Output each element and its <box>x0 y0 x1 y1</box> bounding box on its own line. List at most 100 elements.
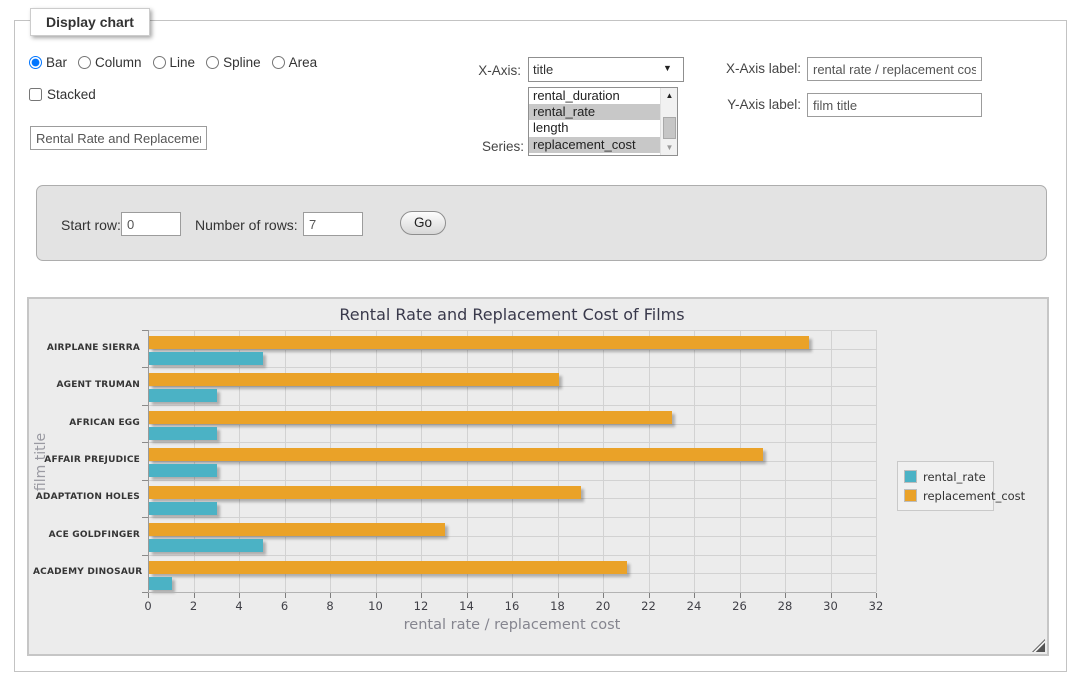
x-tick-label: 2 <box>179 599 209 613</box>
start-row-label: Start row: <box>61 217 121 233</box>
series-label: Series: <box>420 139 524 154</box>
chart-type-option-column[interactable]: Column <box>78 55 142 70</box>
x-tick <box>285 593 286 598</box>
bar-rental_rate <box>149 352 263 365</box>
category-label: ADAPTATION HOLES <box>33 492 140 502</box>
x-tick <box>740 593 741 598</box>
resize-handle-icon[interactable] <box>1032 639 1045 652</box>
chart-type-radio-group: Bar Column Line Spline Area <box>29 55 328 70</box>
chart-title: Rental Rate and Replacement Cost of Film… <box>148 305 876 324</box>
x-tick <box>649 593 650 598</box>
x-tick <box>148 593 149 598</box>
chart-type-option-spline[interactable]: Spline <box>206 55 261 70</box>
bar-rental_rate <box>149 502 217 515</box>
y-axis-title: film title <box>33 412 49 512</box>
series-option-replacement_cost[interactable]: replacement_cost <box>529 137 677 153</box>
x-tick <box>239 593 240 598</box>
gridline <box>876 330 877 592</box>
chart-container: Rental Rate and Replacement Cost of Film… <box>27 297 1049 656</box>
x-axis-label-label: X-Axis label: <box>710 61 801 76</box>
start-row-input[interactable] <box>121 212 181 236</box>
chart-type-radio[interactable] <box>153 56 166 69</box>
bar-replacement_cost <box>149 411 672 424</box>
category-label: AFRICAN EGG <box>33 418 140 428</box>
series-option-length[interactable]: length <box>529 120 677 136</box>
x-tick <box>194 593 195 598</box>
x-tick-label: 0 <box>133 599 163 613</box>
gridline <box>148 367 876 368</box>
x-tick-label: 24 <box>679 599 709 613</box>
chart-title-input[interactable] <box>30 126 207 150</box>
x-tick-label: 16 <box>497 599 527 613</box>
bar-rental_rate <box>149 577 172 590</box>
category-label: AIRPLANE SIERRA <box>33 343 140 353</box>
category-label: AFFAIR PREJUDICE <box>33 455 140 465</box>
go-button[interactable]: Go <box>400 211 446 235</box>
x-tick <box>421 593 422 598</box>
x-tick-label: 20 <box>588 599 618 613</box>
x-tick-label: 12 <box>406 599 436 613</box>
x-tick-label: 6 <box>270 599 300 613</box>
gridline <box>148 330 876 331</box>
chart-type-radio[interactable] <box>29 56 42 69</box>
x-tick <box>785 593 786 598</box>
chart-type-radio[interactable] <box>272 56 285 69</box>
bar-replacement_cost <box>149 486 581 499</box>
number-of-rows-input[interactable] <box>303 212 363 236</box>
series-listbox[interactable]: rental_durationrental_ratelengthreplacem… <box>528 87 678 156</box>
x-tick <box>512 593 513 598</box>
stacked-checkbox[interactable] <box>29 88 42 101</box>
chart-type-option-line[interactable]: Line <box>153 55 196 70</box>
chart-type-option-label: Area <box>289 55 318 70</box>
chart-type-option-label: Bar <box>46 55 67 70</box>
bar-rental_rate <box>149 539 263 552</box>
scrollbar-thumb[interactable] <box>663 117 676 139</box>
bar-replacement_cost <box>149 373 559 386</box>
stacked-option[interactable]: Stacked <box>29 87 96 102</box>
series-option-rental_rate[interactable]: rental_rate <box>529 104 677 120</box>
x-tick-label: 28 <box>770 599 800 613</box>
x-axis-select[interactable]: title <box>528 57 684 82</box>
chart-type-option-area[interactable]: Area <box>272 55 318 70</box>
x-tick <box>467 593 468 598</box>
y-axis-line <box>148 330 149 593</box>
scroll-down-icon[interactable]: ▼ <box>661 140 678 155</box>
x-tick-label: 4 <box>224 599 254 613</box>
y-axis-label-input[interactable] <box>807 93 982 117</box>
x-tick-label: 14 <box>452 599 482 613</box>
chart-legend: rental_ratereplacement_cost <box>897 461 994 511</box>
x-axis-label-input[interactable] <box>807 57 982 81</box>
fieldset-legend: Display chart <box>30 8 150 36</box>
chart-type-option-bar[interactable]: Bar <box>29 55 67 70</box>
gridline <box>148 442 876 443</box>
gridline <box>148 555 876 556</box>
x-axis-title: rental rate / replacement cost <box>148 617 876 633</box>
x-tick <box>694 593 695 598</box>
legend-item-rental_rate: rental_rate <box>904 467 987 486</box>
chart-type-option-label: Column <box>95 55 142 70</box>
gridline <box>148 480 876 481</box>
bar-replacement_cost <box>149 448 763 461</box>
series-listbox-options: rental_durationrental_ratelengthreplacem… <box>529 88 677 153</box>
category-label: ACE GOLDFINGER <box>33 530 140 540</box>
chart-type-option-label: Line <box>170 55 196 70</box>
x-tick-label: 10 <box>361 599 391 613</box>
plot-area: AIRPLANE SIERRAAGENT TRUMANAFRICAN EGGAF… <box>148 330 876 592</box>
stacked-label: Stacked <box>47 87 96 102</box>
chart-type-radio[interactable] <box>206 56 219 69</box>
bar-rental_rate <box>149 464 217 477</box>
chart-type-radio[interactable] <box>78 56 91 69</box>
legend-label: replacement_cost <box>923 489 1025 503</box>
x-tick-label: 26 <box>725 599 755 613</box>
legend-swatch <box>904 489 917 502</box>
x-tick-label: 8 <box>315 599 345 613</box>
series-scrollbar[interactable]: ▲ ▼ <box>660 88 677 155</box>
series-option-rental_duration[interactable]: rental_duration <box>529 88 677 104</box>
x-tick <box>376 593 377 598</box>
scroll-up-icon[interactable]: ▲ <box>661 88 678 103</box>
x-tick <box>558 593 559 598</box>
number-of-rows-label: Number of rows: <box>195 217 298 233</box>
gridline <box>148 405 876 406</box>
legend-label: rental_rate <box>923 470 986 484</box>
x-axis-label: X-Axis: <box>420 63 521 78</box>
